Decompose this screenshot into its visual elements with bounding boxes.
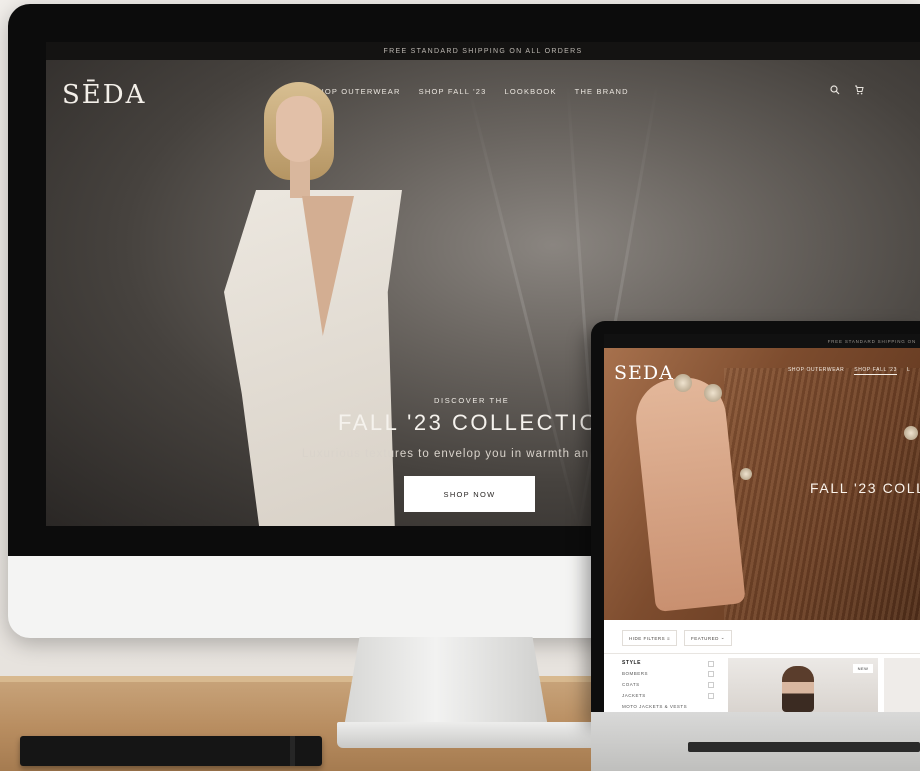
announcement-bar: FREE STANDARD SHIPPING ON ALL ORDERS [46,42,920,60]
hero-subtitle: Luxurious textures to envelop you in war… [302,448,589,460]
sort-select[interactable]: FEATURED ⌄ [684,630,732,646]
filter-option[interactable]: COATS [622,682,640,687]
header-icons [830,85,864,98]
laptop-hero-title: FALL '23 COLL [810,480,920,496]
new-badge: NEW [853,664,873,673]
hide-filters-label: HIDE FILTERS [629,635,666,641]
cart-icon[interactable] [854,85,864,98]
sort-label: FEATURED [691,635,719,641]
imac-stand [343,637,549,733]
laptop-nav-shop-fall-23[interactable]: SHOP FALL '23 [854,367,897,375]
filter-checkbox[interactable] [708,682,714,688]
laptop-nav-shop-outerwear[interactable]: SHOP OUTERWEAR [788,367,844,375]
shop-now-button[interactable]: SHOP NOW [404,476,535,512]
filter-option[interactable]: BOMBERS [622,671,648,676]
filter-option[interactable]: MOTO JACKETS & VESTS [622,704,687,709]
notebook [20,736,322,766]
filter-bar: HIDE FILTERS ≡ FEATURED ⌄ [604,620,920,654]
laptop-main-nav: SHOP OUTERWEAR SHOP FALL '23 L [788,367,910,375]
laptop-nav-lookbook[interactable]: L [907,367,910,375]
filter-icon: ≡ [666,635,671,641]
filter-checkbox[interactable] [708,693,714,699]
search-icon[interactable] [830,85,840,98]
product-image [782,666,814,712]
hide-filters-button[interactable]: HIDE FILTERS ≡ [622,630,678,646]
filter-option[interactable]: JACKETS [622,693,646,698]
nav-the-brand[interactable]: THE BRAND [575,87,629,96]
chevron-down-icon: ⌄ [720,635,725,640]
hero-eyebrow-text: DISCOVER THE [434,396,510,405]
laptop-website: FREE STANDARD SHIPPING ON SEDA SHOP OUTE… [604,334,920,712]
imac-stand-foot [337,722,611,748]
hero-title: FALL '23 COLLECTION [338,410,618,435]
laptop-brand-logo[interactable]: SEDA [614,362,674,384]
filter-checkbox[interactable] [708,671,714,677]
brand-logo[interactable]: SĒDA [62,80,146,110]
nav-lookbook[interactable]: LOOKBOOK [505,87,557,96]
product-card[interactable] [884,658,920,712]
filter-group-title: STYLE [622,660,642,666]
chevron-up-icon[interactable] [708,661,714,667]
laptop-announcement-bar: FREE STANDARD SHIPPING ON [604,334,920,348]
laptop-keyboard [688,742,920,752]
nav-shop-fall-23[interactable]: SHOP FALL '23 [419,87,487,96]
